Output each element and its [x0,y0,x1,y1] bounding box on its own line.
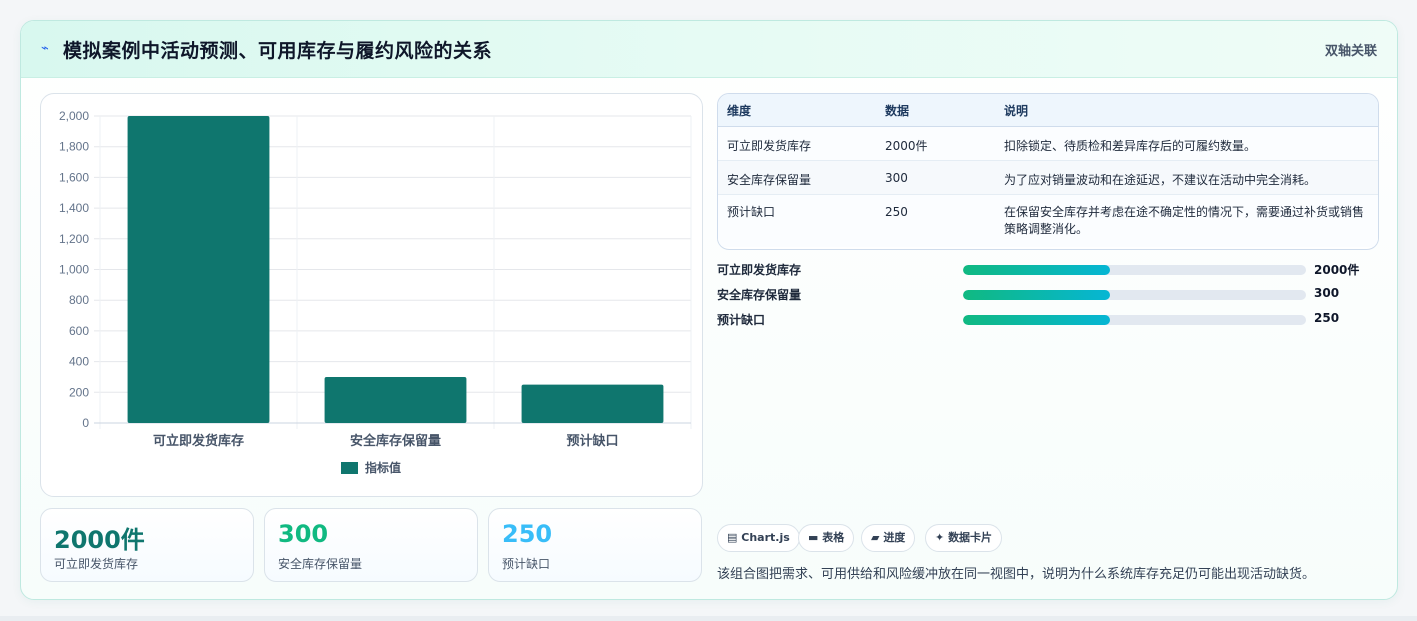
footnote: 该组合图把需求、可用供给和风险缓冲放在同一视图中，说明为什么系统库存充足仍可能出… [717,567,1316,582]
chip-table[interactable]: ▬ 表格 [798,524,855,552]
kpi-value: 300 [278,520,329,548]
y-tick-label: 800 [69,293,89,307]
table-cell: 安全库存保留量 [718,160,876,195]
pulse-icon: ⌁ [41,41,49,56]
progress-fill [963,290,1111,300]
kpi-label: 安全库存保留量 [278,557,363,571]
progress-icon: ▰ [871,531,880,544]
chart-icon: ▤ [727,531,738,544]
progress-label: 安全库存保留量 [717,288,802,302]
dual-axis-link-tag[interactable]: 双轴关联 [1325,40,1377,59]
chip-label: 进度 [883,531,906,544]
progress-track [963,315,1306,325]
bar-chart-svg: 0 200 400 600 800 1,000 1,200 1,400 1,600 1,800 2,… [59,109,692,475]
y-tick-label: 200 [69,385,89,399]
progress-fill [963,315,1111,325]
y-tick-label: 1,200 [59,232,89,246]
table-cell: 为了应对销量波动和在途延迟，不建议在活动中完全消耗。 [995,160,1378,195]
chip-label: 表格 [822,531,845,544]
kpi-card-ready-stock: 2000件 可立即发货库存 [40,508,254,582]
legend-label: 指标值 [365,460,401,475]
kpi-label: 可立即发货库存 [54,557,139,571]
kpi-card-safety-stock: 300 安全库存保留量 [264,508,478,582]
y-tick-label: 1,800 [59,140,89,154]
table-cell: 250 [876,194,995,247]
x-tick-label: 可立即发货库存 [153,433,244,448]
progress-value: 2000件 [1314,263,1360,277]
table-header-data: 数据 [876,94,995,127]
progress-fill [963,265,1111,275]
bar-chart: 0 200 400 600 800 1,000 1,200 1,400 1,600 1,800 2,… [40,93,703,497]
table-row: 预计缺口 250 在保留安全库存并考虑在途不确定性的情况下，需要通过补货或销售策… [718,194,1378,247]
legend-swatch [341,462,358,474]
table-row: 可立即发货库存 2000件 扣除锁定、待质检和差异库存后的可履约数量。 [718,126,1378,161]
y-tick-label: 400 [69,355,89,369]
chip-chartjs[interactable]: ▤ Chart.js [717,524,800,552]
table-header-dimension: 维度 [718,94,876,127]
progress-label: 可立即发货库存 [717,263,802,277]
progress-track [963,265,1306,275]
kpi-label: 预计缺口 [502,557,551,571]
progress-value: 300 [1314,286,1340,300]
y-tick-label: 2,000 [59,109,89,123]
kpi-value: 2000件 [54,526,145,554]
chip-progress[interactable]: ▰ 进度 [861,524,916,552]
table-cell: 300 [876,160,995,195]
table-icon: ▬ [808,531,819,544]
bar [521,384,664,423]
chip-label: 数据卡片 [948,531,993,544]
progress-row-expected-gap: 预计缺口 250 [717,311,1377,329]
page-title: 模拟案例中活动预测、可用库存与履约风险的关系 [63,40,493,62]
progress-row-safety-stock: 安全库存保留量 300 [717,286,1377,304]
main-card: ⌁ 模拟案例中活动预测、可用库存与履约风险的关系 双轴关联 0 200 400 600… [20,20,1398,600]
y-tick-label: 0 [82,416,89,430]
table-cell: 可立即发货库存 [718,126,876,161]
page-bottom-bar [0,616,1417,621]
x-tick-label: 预计缺口 [566,433,618,448]
progress-label: 预计缺口 [717,313,766,327]
x-tick-label: 安全库存保留量 [350,433,441,448]
card-header: ⌁ 模拟案例中活动预测、可用库存与履约风险的关系 双轴关联 [21,21,1397,78]
bar [127,116,270,423]
table-header-description: 说明 [995,94,1378,127]
progress-row-ready-stock: 可立即发货库存 2000件 [717,261,1377,279]
table-row: 安全库存保留量 300 为了应对销量波动和在途延迟，不建议在活动中完全消耗。 [718,160,1378,195]
y-tick-label: 1,000 [59,263,89,277]
y-tick-label: 1,400 [59,201,89,215]
progress-value: 250 [1314,311,1340,325]
kpi-card-expected-gap: 250 预计缺口 [488,508,702,582]
kpi-value: 250 [502,520,553,548]
table-cell: 2000件 [876,126,995,161]
card-icon: ✦ [935,531,945,544]
data-table: 维度 数据 说明 可立即发货库存 2000件 扣除锁定、待质检和差异库存后的可履… [717,93,1379,250]
y-tick-label: 1,600 [59,170,89,184]
chip-label: Chart.js [741,531,790,544]
table-cell: 扣除锁定、待质检和差异库存后的可履约数量。 [995,126,1378,161]
chip-data-card[interactable]: ✦ 数据卡片 [925,524,1003,552]
y-tick-label: 600 [69,324,89,338]
table-cell: 预计缺口 [718,194,876,247]
table-cell: 在保留安全库存并考虑在途不确定性的情况下，需要通过补货或销售策略调整消化。 [995,194,1378,247]
progress-track [963,290,1306,300]
bar [324,376,467,423]
